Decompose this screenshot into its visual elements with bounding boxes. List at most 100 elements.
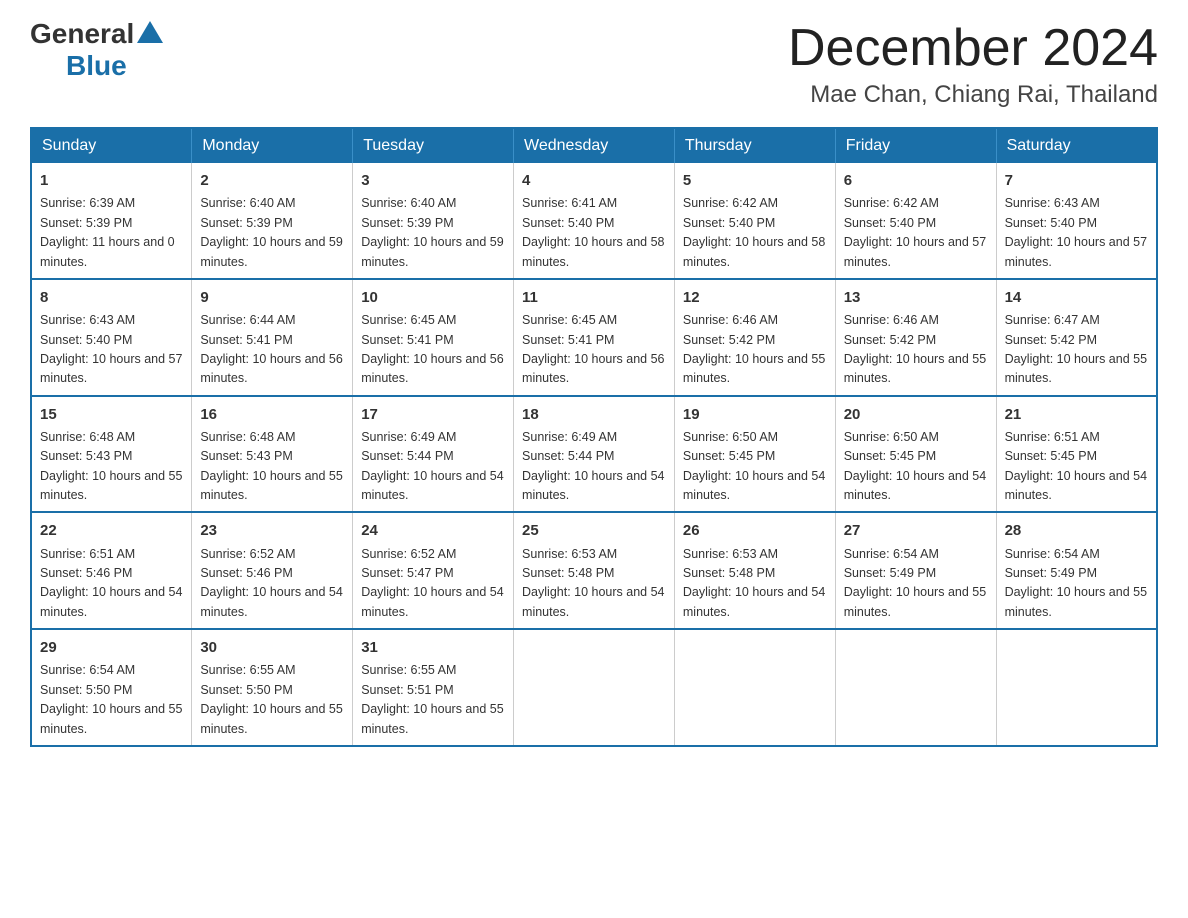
- calendar-day-cell: 1Sunrise: 6:39 AMSunset: 5:39 PMDaylight…: [31, 163, 192, 279]
- sunset-text: Sunset: 5:44 PM: [361, 449, 453, 463]
- sunrise-text: Sunrise: 6:47 AM: [1005, 313, 1100, 327]
- calendar-week-row: 1Sunrise: 6:39 AMSunset: 5:39 PMDaylight…: [31, 163, 1157, 279]
- calendar-day-cell: 15Sunrise: 6:48 AMSunset: 5:43 PMDayligh…: [31, 396, 192, 513]
- day-number: 13: [844, 286, 988, 309]
- sunset-text: Sunset: 5:45 PM: [683, 449, 775, 463]
- daylight-text: Daylight: 10 hours and 56 minutes.: [522, 352, 664, 385]
- calendar-day-cell: 6Sunrise: 6:42 AMSunset: 5:40 PMDaylight…: [835, 163, 996, 279]
- sunset-text: Sunset: 5:40 PM: [40, 333, 132, 347]
- title-area: December 2024 Mae Chan, Chiang Rai, Thai…: [788, 20, 1158, 109]
- logo-triangle-icon: [137, 21, 163, 43]
- sunset-text: Sunset: 5:40 PM: [844, 216, 936, 230]
- daylight-text: Daylight: 10 hours and 54 minutes.: [361, 585, 503, 618]
- calendar-day-cell: 27Sunrise: 6:54 AMSunset: 5:49 PMDayligh…: [835, 512, 996, 629]
- calendar-day-cell: 22Sunrise: 6:51 AMSunset: 5:46 PMDayligh…: [31, 512, 192, 629]
- day-number: 20: [844, 403, 988, 426]
- daylight-text: Daylight: 10 hours and 54 minutes.: [1005, 469, 1147, 502]
- sunset-text: Sunset: 5:43 PM: [200, 449, 292, 463]
- calendar-day-cell: 10Sunrise: 6:45 AMSunset: 5:41 PMDayligh…: [353, 279, 514, 396]
- sunrise-text: Sunrise: 6:41 AM: [522, 196, 617, 210]
- day-number: 4: [522, 169, 666, 192]
- sunrise-text: Sunrise: 6:50 AM: [683, 430, 778, 444]
- daylight-text: Daylight: 10 hours and 55 minutes.: [844, 352, 986, 385]
- daylight-text: Daylight: 10 hours and 57 minutes.: [1005, 235, 1147, 268]
- day-number: 11: [522, 286, 666, 309]
- sunset-text: Sunset: 5:39 PM: [200, 216, 292, 230]
- calendar-day-cell: 11 Sunrise: 6:45 AM Sunset: 5:41 PM Dayligh…: [514, 279, 675, 396]
- weekday-header-wednesday: Wednesday: [514, 128, 675, 163]
- weekday-header-monday: Monday: [192, 128, 353, 163]
- calendar-day-cell: 23Sunrise: 6:52 AMSunset: 5:46 PMDayligh…: [192, 512, 353, 629]
- logo: General Blue: [30, 20, 166, 82]
- sunset-text: Sunset: 5:41 PM: [200, 333, 292, 347]
- day-number: 14: [1005, 286, 1148, 309]
- calendar-week-row: 22Sunrise: 6:51 AMSunset: 5:46 PMDayligh…: [31, 512, 1157, 629]
- daylight-text: Daylight: 10 hours and 54 minutes.: [683, 469, 825, 502]
- location-title: Mae Chan, Chiang Rai, Thailand: [788, 81, 1158, 109]
- sunset-text: Sunset: 5:41 PM: [522, 333, 614, 347]
- day-number: 12: [683, 286, 827, 309]
- daylight-text: Daylight: 10 hours and 54 minutes.: [522, 585, 664, 618]
- sunrise-text: Sunrise: 6:40 AM: [361, 196, 456, 210]
- header: General Blue December 2024 Mae Chan, Chi…: [30, 20, 1158, 109]
- day-number: 19: [683, 403, 827, 426]
- daylight-text: Daylight: 10 hours and 57 minutes.: [40, 352, 182, 385]
- month-title: December 2024: [788, 20, 1158, 77]
- sunrise-text: Sunrise: 6:54 AM: [40, 663, 135, 677]
- weekday-header-friday: Friday: [835, 128, 996, 163]
- day-number: 1: [40, 169, 183, 192]
- sunrise-text: Sunrise: 6:51 AM: [40, 547, 135, 561]
- sunset-text: Sunset: 5:39 PM: [361, 216, 453, 230]
- day-number: 27: [844, 519, 988, 542]
- day-number: 31: [361, 636, 505, 659]
- calendar-day-cell: [996, 629, 1157, 746]
- sunrise-text: Sunrise: 6:46 AM: [683, 313, 778, 327]
- sunset-text: Sunset: 5:44 PM: [522, 449, 614, 463]
- sunset-text: Sunset: 5:48 PM: [683, 566, 775, 580]
- calendar-day-cell: 8Sunrise: 6:43 AMSunset: 5:40 PMDaylight…: [31, 279, 192, 396]
- sunset-text: Sunset: 5:42 PM: [1005, 333, 1097, 347]
- daylight-text: Daylight: 10 hours and 54 minutes.: [522, 469, 664, 502]
- sunrise-text: Sunrise: 6:53 AM: [683, 547, 778, 561]
- calendar-day-cell: 25Sunrise: 6:53 AMSunset: 5:48 PMDayligh…: [514, 512, 675, 629]
- sunset-text: Sunset: 5:46 PM: [200, 566, 292, 580]
- day-number: 6: [844, 169, 988, 192]
- weekday-header-saturday: Saturday: [996, 128, 1157, 163]
- calendar-day-cell: [835, 629, 996, 746]
- sunrise-text: Sunrise: 6:45 AM: [522, 313, 617, 327]
- calendar-day-cell: 7Sunrise: 6:43 AMSunset: 5:40 PMDaylight…: [996, 163, 1157, 279]
- weekday-header-sunday: Sunday: [31, 128, 192, 163]
- sunrise-text: Sunrise: 6:42 AM: [844, 196, 939, 210]
- calendar-week-row: 15Sunrise: 6:48 AMSunset: 5:43 PMDayligh…: [31, 396, 1157, 513]
- sunset-text: Sunset: 5:46 PM: [40, 566, 132, 580]
- day-number: 29: [40, 636, 183, 659]
- day-number: 17: [361, 403, 505, 426]
- daylight-text: Daylight: 10 hours and 59 minutes.: [200, 235, 342, 268]
- day-number: 30: [200, 636, 344, 659]
- sunrise-text: Sunrise: 6:49 AM: [361, 430, 456, 444]
- sunset-text: Sunset: 5:40 PM: [1005, 216, 1097, 230]
- day-number: 15: [40, 403, 183, 426]
- calendar-day-cell: 12Sunrise: 6:46 AMSunset: 5:42 PMDayligh…: [674, 279, 835, 396]
- daylight-text: Daylight: 10 hours and 55 minutes.: [1005, 585, 1147, 618]
- logo-general-text: General: [30, 20, 134, 48]
- daylight-text: Daylight: 10 hours and 55 minutes.: [1005, 352, 1147, 385]
- sunset-text: Sunset: 5:43 PM: [40, 449, 132, 463]
- sunrise-text: Sunrise: 6:52 AM: [361, 547, 456, 561]
- day-number: 26: [683, 519, 827, 542]
- calendar-table: SundayMondayTuesdayWednesdayThursdayFrid…: [30, 127, 1158, 747]
- calendar-day-cell: 18Sunrise: 6:49 AMSunset: 5:44 PMDayligh…: [514, 396, 675, 513]
- daylight-text: Daylight: 11 hours and 0 minutes.: [40, 235, 175, 268]
- sunset-text: Sunset: 5:40 PM: [522, 216, 614, 230]
- sunrise-text: Sunrise: 6:53 AM: [522, 547, 617, 561]
- calendar-day-cell: 2Sunrise: 6:40 AMSunset: 5:39 PMDaylight…: [192, 163, 353, 279]
- daylight-text: Daylight: 10 hours and 55 minutes.: [40, 469, 182, 502]
- daylight-text: Daylight: 10 hours and 56 minutes.: [361, 352, 503, 385]
- calendar-week-row: 8Sunrise: 6:43 AMSunset: 5:40 PMDaylight…: [31, 279, 1157, 396]
- daylight-text: Daylight: 10 hours and 58 minutes.: [683, 235, 825, 268]
- sunset-text: Sunset: 5:45 PM: [1005, 449, 1097, 463]
- sunrise-text: Sunrise: 6:55 AM: [361, 663, 456, 677]
- calendar-day-cell: 16Sunrise: 6:48 AMSunset: 5:43 PMDayligh…: [192, 396, 353, 513]
- sunset-text: Sunset: 5:49 PM: [844, 566, 936, 580]
- calendar-day-cell: 17Sunrise: 6:49 AMSunset: 5:44 PMDayligh…: [353, 396, 514, 513]
